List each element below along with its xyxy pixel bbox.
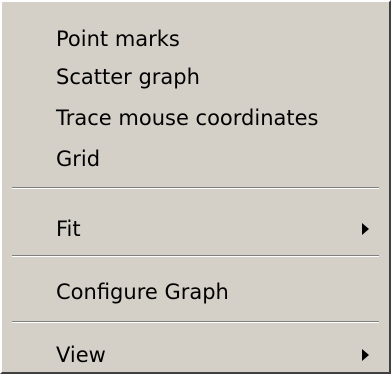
submenu-arrow-icon	[362, 223, 369, 235]
menu-item-label: Trace mouse coordinates	[56, 106, 319, 130]
menu-item-configure-graph[interactable]: Configure Graph	[4, 273, 387, 311]
menu-item-label: Configure Graph	[56, 280, 229, 304]
menu-item-label: Scatter graph	[56, 65, 200, 89]
menu-item-label: Fit	[56, 217, 81, 241]
menu-item-grid[interactable]: Grid	[4, 140, 387, 178]
menu-item-scatter-graph[interactable]: Scatter graph	[4, 58, 387, 96]
context-menu: Point marks Scatter graph Trace mouse co…	[0, 0, 391, 374]
menu-item-view[interactable]: View	[4, 336, 387, 374]
menu-item-label: View	[56, 343, 106, 367]
menu-item-label: Point marks	[56, 27, 180, 51]
submenu-arrow-icon	[362, 349, 369, 361]
menu-separator	[12, 255, 379, 257]
menu-separator	[12, 187, 379, 189]
menu-item-fit[interactable]: Fit	[4, 210, 387, 248]
menu-item-label: Grid	[56, 147, 101, 171]
menu-item-point-marks[interactable]: Point marks	[4, 20, 387, 58]
menu-separator	[12, 321, 379, 323]
menu-item-trace-mouse-coordinates[interactable]: Trace mouse coordinates	[4, 99, 387, 137]
